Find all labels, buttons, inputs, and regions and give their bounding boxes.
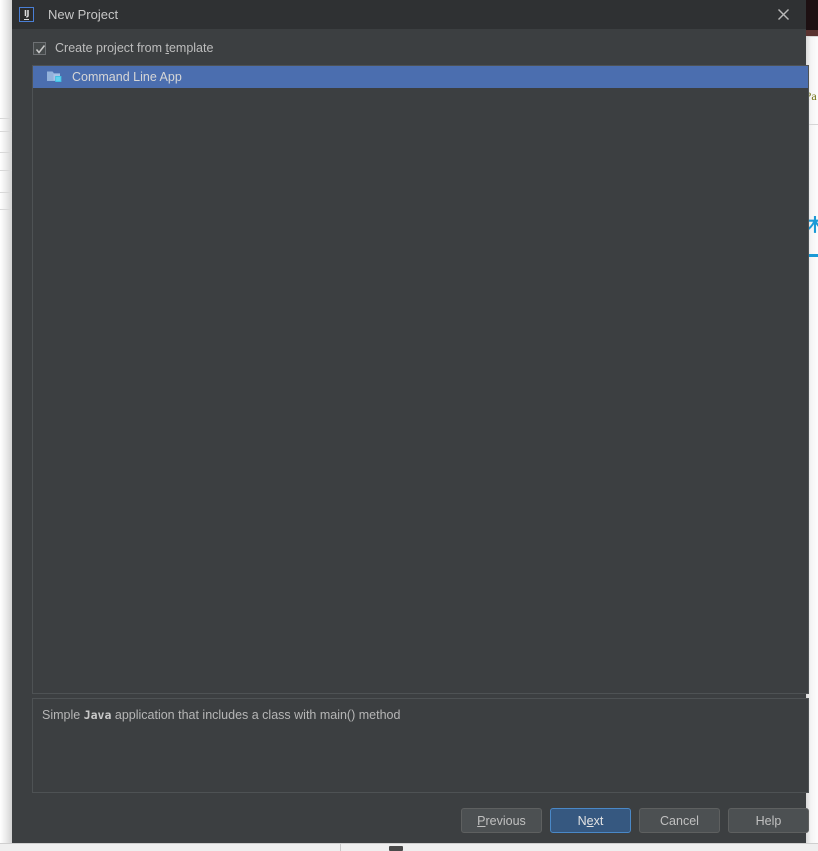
check-icon xyxy=(35,44,46,54)
folder-module-icon xyxy=(47,70,63,84)
close-icon[interactable] xyxy=(760,0,806,29)
previous-button[interactable]: Previous xyxy=(461,808,542,833)
list-item-label: Command Line App xyxy=(72,70,182,84)
intellij-idea-icon: IJ xyxy=(19,7,34,22)
background-bottom-icon xyxy=(389,846,403,851)
description-before: Simple xyxy=(42,708,84,722)
description-after: application that includes a class with m… xyxy=(111,708,401,722)
checkbox-box[interactable] xyxy=(33,41,46,55)
background-bottom-divider xyxy=(340,844,341,851)
cancel-button-label: Cancel xyxy=(660,813,699,828)
previous-button-label: revious xyxy=(485,813,526,828)
next-button[interactable]: Next xyxy=(550,808,631,833)
template-description-text: Simple Java application that includes a … xyxy=(42,707,799,723)
description-emphasis: Java xyxy=(83,708,112,722)
help-button-label: Help xyxy=(755,813,782,828)
template-list[interactable]: Command Line App xyxy=(32,65,809,694)
cancel-button[interactable]: Cancel xyxy=(639,808,720,833)
checkbox-label: Create project from template xyxy=(55,41,213,55)
checkbox-label-after: emplate xyxy=(168,41,214,55)
dialog-titlebar: IJ New Project xyxy=(12,0,806,29)
background-left-strip xyxy=(0,0,12,851)
help-button[interactable]: Help xyxy=(728,808,809,833)
template-description-panel: Simple Java application that includes a … xyxy=(32,698,809,793)
background-bottom-bar xyxy=(0,843,818,851)
next-button-label-after: xt xyxy=(593,813,604,828)
intellij-idea-icon-text: IJ xyxy=(24,8,29,20)
checkbox-label-before: Create project from xyxy=(55,41,166,55)
list-item[interactable]: Command Line App xyxy=(33,66,808,88)
next-button-label-before: N xyxy=(577,813,587,828)
previous-button-mnemonic: P xyxy=(477,813,486,828)
dialog-title: New Project xyxy=(48,7,119,22)
create-project-from-template-checkbox[interactable]: Create project from template xyxy=(33,39,213,57)
next-button-mnemonic: e xyxy=(586,813,594,828)
new-project-dialog: IJ New Project Create project from templ… xyxy=(12,0,809,843)
background-bottom-separator xyxy=(0,843,818,844)
background-right-dark-header xyxy=(806,0,818,30)
background-right-rule xyxy=(806,36,818,37)
